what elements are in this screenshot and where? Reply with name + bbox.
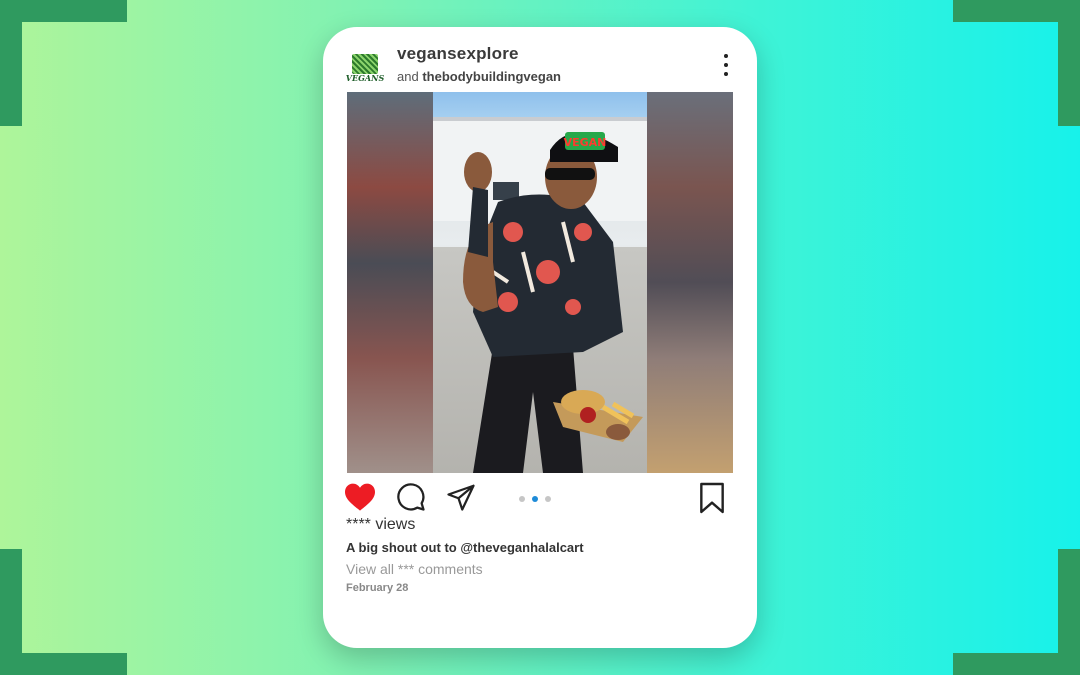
frame-corner-bl-v	[0, 549, 22, 675]
carousel-dot	[545, 496, 551, 502]
person-illustration: VEGAN	[463, 132, 643, 473]
collab-line: and thebodybuildingvegan	[397, 69, 561, 84]
comment-icon[interactable]	[395, 482, 427, 512]
vegans-logo-icon	[352, 53, 378, 74]
frame-corner-br-v	[1058, 549, 1080, 675]
post-photo: VEGAN	[433, 92, 647, 473]
post-card: VEGANS vegansexplore and thebodybuilding…	[323, 27, 757, 648]
frame-corner-tl-v	[0, 0, 22, 126]
heart-filled-icon[interactable]	[343, 482, 377, 512]
more-vertical-icon[interactable]	[722, 54, 730, 76]
frame-corner-tr-v	[1058, 0, 1080, 126]
post-media[interactable]: VEGAN	[347, 92, 733, 473]
media-blur-right	[647, 92, 733, 473]
avatar[interactable]: VEGANS	[345, 47, 385, 87]
send-icon[interactable]	[444, 482, 478, 512]
carousel-dot-active	[532, 496, 538, 502]
bookmark-icon[interactable]	[698, 482, 726, 514]
action-bar	[323, 480, 757, 520]
media-blur-left	[347, 92, 433, 473]
view-all-comments-link[interactable]: View all *** comments	[346, 561, 483, 577]
post-caption: A big shout out to @theveganhalalcart	[346, 540, 584, 555]
collab-prefix: and	[397, 69, 419, 84]
cap-logo-text: VEGAN	[564, 136, 607, 149]
carousel-dots	[519, 496, 551, 502]
carousel-dot	[519, 496, 525, 502]
post-date: February 28	[346, 582, 409, 594]
collab-username[interactable]: thebodybuildingvegan	[422, 69, 561, 84]
avatar-logo-text: VEGANS	[345, 72, 385, 83]
username[interactable]: vegansexplore	[397, 44, 519, 64]
views-count: **** views	[346, 516, 416, 533]
